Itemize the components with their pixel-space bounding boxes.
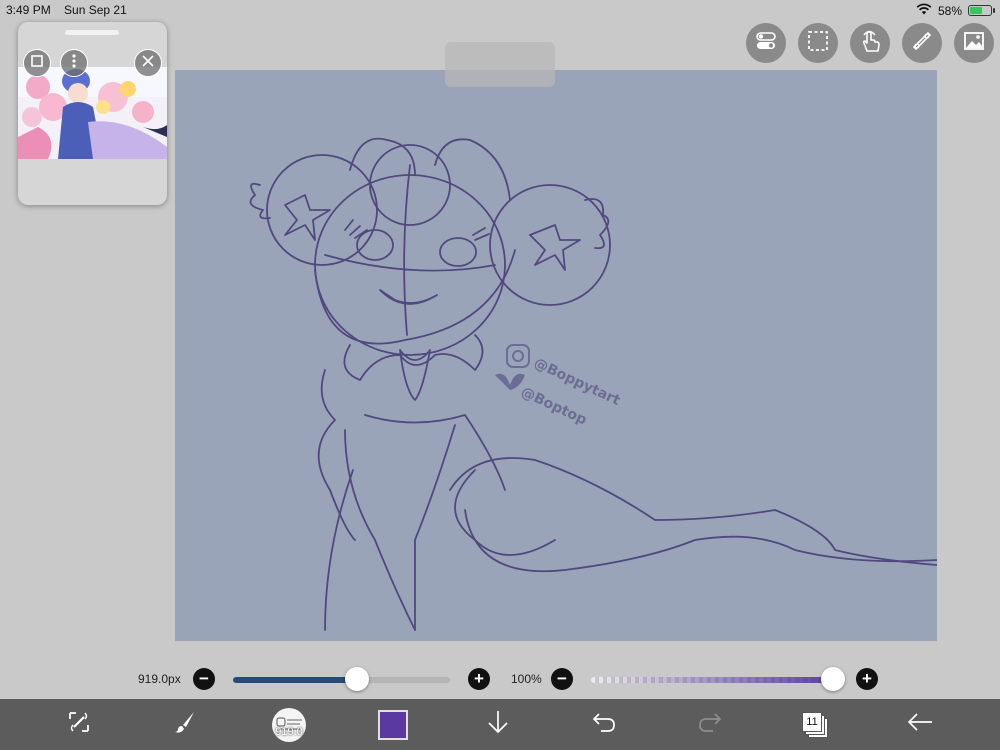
material-tool-button[interactable] <box>954 23 994 63</box>
dashed-selection-icon <box>807 30 829 57</box>
battery-fill <box>970 7 982 14</box>
sketch-left-leg <box>324 469 354 631</box>
drawing-canvas[interactable]: @Boppytart @Boptop <box>175 70 937 641</box>
ruler-tool-button[interactable] <box>902 23 942 63</box>
back-arrow-icon <box>906 711 934 738</box>
undo-button[interactable] <box>590 699 618 750</box>
sketch-right-sparkle <box>529 224 581 271</box>
ruler-icon <box>911 30 933 57</box>
brush-size-increase-button[interactable]: + <box>468 668 490 690</box>
status-date: Sun Sep 21 <box>64 3 127 17</box>
sketch-left-eye <box>356 229 394 261</box>
sketch-collar-gem <box>399 349 431 401</box>
opacity-slider-thumb[interactable] <box>821 667 845 691</box>
brush-size-slider-fill <box>233 677 357 683</box>
more-vertical-icon <box>72 53 76 73</box>
redo-button[interactable] <box>696 699 724 750</box>
hand-pointer-icon <box>859 29 881 58</box>
arrow-down-icon <box>486 709 510 740</box>
reference-close-button[interactable] <box>134 49 162 77</box>
brush-size-value: 919.0px <box>138 672 181 686</box>
layers-icon: 11 <box>802 711 828 738</box>
butterfly-icon <box>495 373 525 390</box>
square-icon <box>31 54 43 72</box>
brush-preview-size: 919.0 <box>275 725 303 738</box>
close-icon <box>142 54 154 72</box>
wifi-icon <box>916 3 932 18</box>
opacity-slider[interactable] <box>591 677 833 683</box>
brush-button[interactable] <box>168 699 202 750</box>
status-right: 58% <box>916 3 995 18</box>
reference-window[interactable] <box>18 22 167 205</box>
status-bar: 3:49 PM Sun Sep 21 58% <box>0 0 1000 20</box>
sketch-skirt-center <box>414 424 456 631</box>
canvas-overlay-pill <box>445 42 555 87</box>
reference-drag-handle[interactable] <box>65 30 119 35</box>
opacity-decrease-button[interactable]: − <box>551 668 573 690</box>
sketch-left-body <box>344 429 416 631</box>
undo-icon <box>591 711 617 738</box>
opacity-increase-button[interactable]: + <box>856 668 878 690</box>
brush-size-slider[interactable] <box>233 677 450 683</box>
brush-size-decrease-button[interactable]: − <box>193 668 215 690</box>
sketch-right-eye <box>439 237 477 267</box>
brush-preview-button[interactable]: 919.0 <box>269 699 309 750</box>
sketch-drawing: @Boppytart @Boptop <box>249 137 937 631</box>
brush-preview-icon: 919.0 <box>272 707 306 742</box>
watermark: @Boppytart @Boptop <box>495 344 623 428</box>
sketch-right-bun <box>489 184 611 306</box>
selection-tool-button[interactable] <box>798 23 838 63</box>
toggle-tool-button[interactable] <box>746 23 786 63</box>
opacity-value: 100% <box>511 672 542 686</box>
sketch-left-sparkle <box>284 194 331 241</box>
instagram-icon <box>506 344 530 368</box>
sketch-left-arm <box>317 369 356 541</box>
brush-icon <box>172 709 198 740</box>
back-button[interactable] <box>905 699 935 750</box>
color-button[interactable] <box>376 699 410 750</box>
status-left: 3:49 PM Sun Sep 21 <box>6 3 137 17</box>
layers-button[interactable]: 11 <box>801 699 829 750</box>
sketch-cape-fold <box>454 469 556 556</box>
color-swatch <box>378 709 408 740</box>
reference-square-button[interactable] <box>23 49 51 77</box>
sketch-mouth <box>379 289 438 305</box>
sketch-face-centerline <box>403 164 411 336</box>
battery-percent: 58% <box>937 3 962 18</box>
reference-menu-button[interactable] <box>60 49 88 77</box>
instagram-icon-lens <box>512 350 524 362</box>
transform-icon <box>66 709 92 740</box>
toggle-icon <box>755 31 777 56</box>
sketch-waist <box>364 414 506 491</box>
image-icon <box>963 31 985 56</box>
brush-size-slider-thumb[interactable] <box>344 667 369 691</box>
import-button[interactable] <box>485 699 511 750</box>
reference-image <box>18 67 167 159</box>
transform-button[interactable] <box>62 699 96 750</box>
top-toolbar <box>746 23 994 63</box>
touch-tool-button[interactable] <box>850 23 890 63</box>
sketch-forehead-bow <box>369 144 451 226</box>
sketch-head <box>314 174 506 356</box>
sketch-right-lashes <box>472 227 490 241</box>
status-time: 3:49 PM <box>6 3 51 17</box>
slider-row: 919.0px − + 100% − + <box>0 665 1000 693</box>
redo-icon <box>697 711 723 738</box>
opacity-slider-fill <box>591 677 833 683</box>
layer-count: 11 <box>806 715 818 728</box>
bottom-toolbar: 919.0 11 <box>0 699 1000 750</box>
sketch-cape-top <box>449 457 937 566</box>
sketch-left-lashes <box>344 219 368 239</box>
battery-charging-icon <box>968 5 995 16</box>
